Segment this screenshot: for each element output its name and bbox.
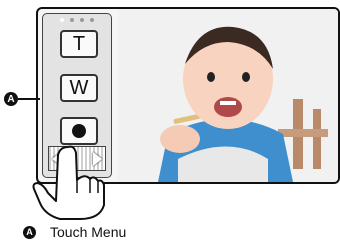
- live-view-image: [118, 9, 338, 182]
- callout-marker-a: A: [4, 92, 18, 106]
- page-dot: [70, 18, 74, 22]
- callout-line: [18, 98, 40, 100]
- record-button[interactable]: [60, 117, 98, 145]
- zoom-wide-button[interactable]: W: [60, 74, 98, 102]
- zoom-tele-button[interactable]: T: [60, 30, 98, 58]
- record-icon: [72, 124, 86, 138]
- page-dot: [60, 18, 64, 22]
- legend-marker-a: A: [23, 225, 36, 239]
- legend: A Touch Menu: [23, 224, 126, 240]
- page-indicator: [43, 18, 111, 22]
- page-dot: [90, 18, 94, 22]
- page-dot: [80, 18, 84, 22]
- finger-touch-icon: [32, 145, 105, 220]
- legend-text: Touch Menu: [50, 224, 127, 240]
